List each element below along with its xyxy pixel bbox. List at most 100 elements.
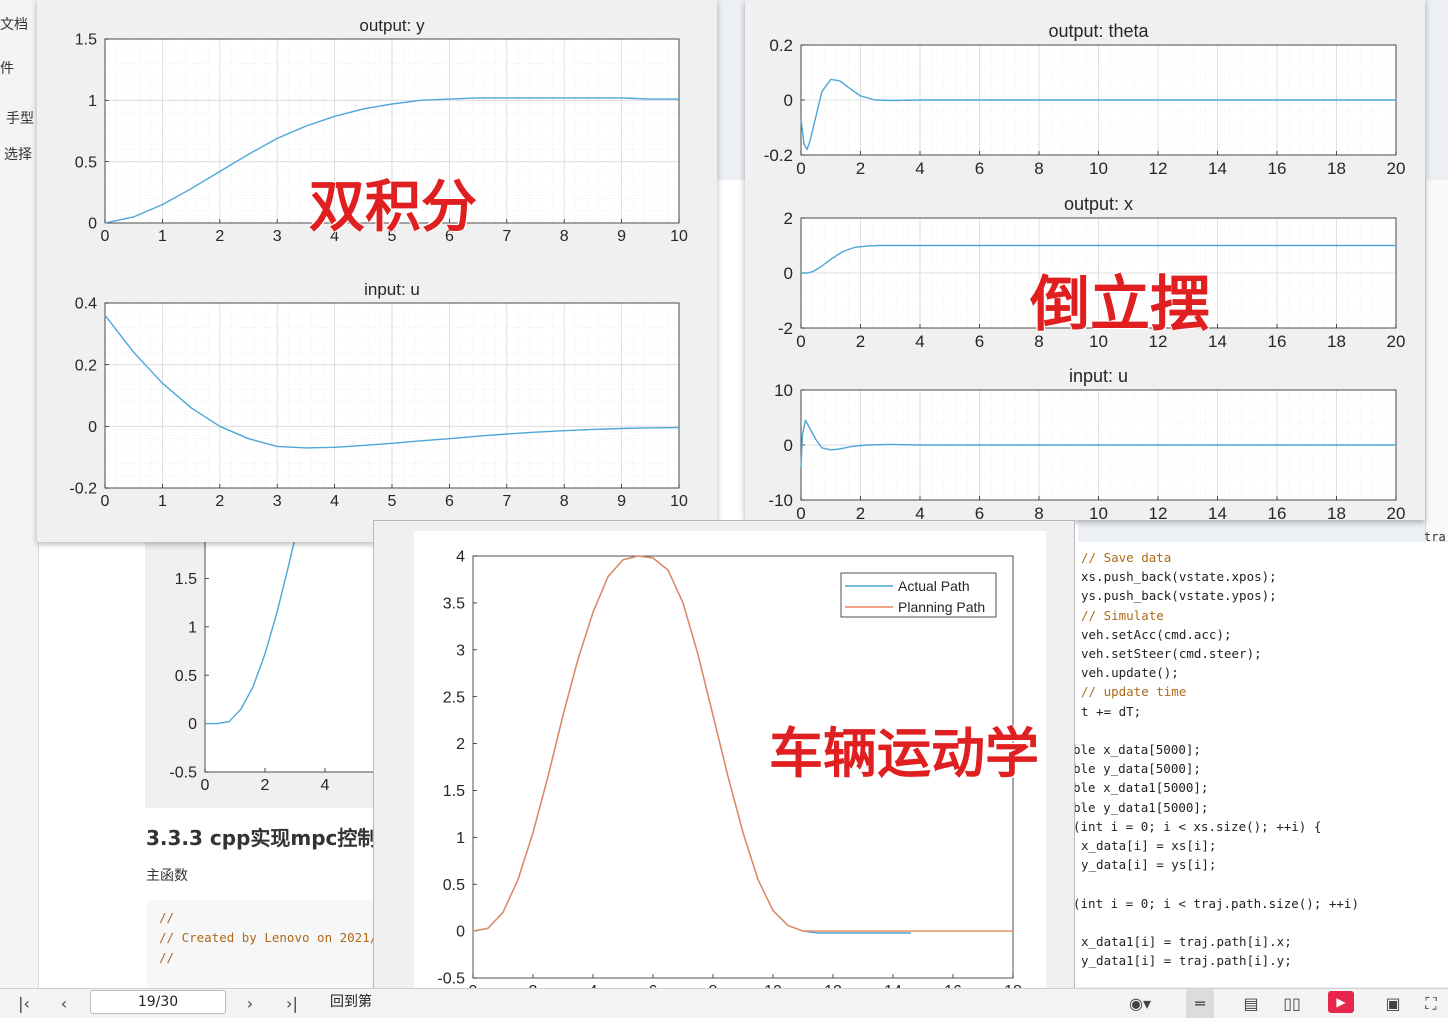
two-page-icon[interactable]: ▯▯ [1278, 989, 1306, 1018]
x-tick-label: 18 [1327, 504, 1346, 523]
y-tick-label: 0 [456, 924, 465, 941]
x-tick-label: 5 [388, 493, 397, 510]
x-tick-label: 14 [1208, 504, 1227, 523]
first-page-icon[interactable]: |‹ [12, 989, 36, 1018]
menu-item-file[interactable]: 件 [0, 58, 14, 78]
y-tick-label: 2 [784, 209, 793, 228]
x-tick-label: 1 [158, 493, 167, 510]
x-tick-label: 0 [101, 493, 110, 510]
y-tick-label: 10 [774, 381, 793, 400]
x-tick-label: 18 [1327, 159, 1346, 178]
fullscreen-icon[interactable]: ⛶ [1418, 989, 1444, 1018]
x-tick-label: 2 [856, 332, 865, 351]
code-edge-text: tra [1424, 530, 1446, 544]
y-tick-label: 0.5 [75, 154, 97, 171]
code-line: // Save data [1081, 550, 1172, 565]
figure-page-chart: 0 2 4 -0.5 0 0.5 1 1.5 [145, 525, 386, 808]
y-tick-label: 0 [784, 264, 793, 283]
right-side-strip [1425, 180, 1448, 540]
y-tick-label: 1 [88, 93, 97, 110]
code-line: // [159, 910, 175, 925]
legend-label: Planning Path [898, 599, 985, 615]
y-tick-label: 1.5 [443, 783, 465, 800]
code-line: ys.push_back(vstate.ypos); [1081, 588, 1277, 604]
watermark-inverted-pendulum: 倒立摆 [1030, 270, 1210, 340]
y-tick-label: 0.2 [769, 36, 793, 55]
code-line: veh.update(); [1081, 665, 1179, 681]
x-tick-label: 8 [1034, 159, 1043, 178]
y-tick-label: -2 [778, 319, 793, 338]
x-tick-label: 16 [1268, 159, 1287, 178]
x-tick-label: 10 [1089, 504, 1108, 523]
page-number-input[interactable]: 19/30 [90, 990, 226, 1014]
section-heading: 3.3.3 cpp实现mpc控制 [146, 826, 378, 850]
figure-vehicle-kinematics: 024681012141618-0.500.511.522.533.54Actu… [373, 520, 1075, 1018]
watermark-vehicle-kinematics: 车辆运动学 [769, 722, 1039, 785]
chart-title: output: y [359, 16, 425, 35]
y-tick-label: 2 [456, 736, 465, 753]
y-tick-label: -0.5 [437, 971, 465, 988]
y-tick-label: 0 [88, 216, 97, 233]
code-line: // Created by Lenovo on 2021/ [159, 930, 378, 945]
chart-title: output: x [1064, 194, 1133, 214]
play-presentation-icon[interactable]: ▶ [1328, 991, 1354, 1013]
x-tick-label: 9 [617, 228, 626, 245]
code-line: x_data1[i] = traj.path[i].x; [1081, 934, 1292, 949]
section-subtext: 主函数 [146, 868, 188, 884]
y-tick-label: -0.2 [764, 146, 793, 165]
code-line: (int i = 0; i < traj.path.size(); ++i) [1073, 895, 1359, 911]
code-line: xs.push_back(vstate.xpos); [1081, 569, 1277, 585]
code-line: ble y_data1[5000]; [1073, 799, 1209, 815]
x-tick-label: 4 [321, 777, 330, 794]
y-tick-label: -10 [768, 491, 793, 510]
code-line: (int i = 0; i < xs.size(); ++i) { [1073, 818, 1322, 834]
legend-label: Actual Path [898, 578, 970, 594]
y-tick-label: 0 [188, 716, 197, 733]
x-tick-label: 7 [502, 493, 511, 510]
single-page-icon[interactable]: ▤ [1238, 989, 1264, 1018]
code-line: ble x_data[5000]; [1073, 742, 1201, 757]
continuous-scroll-icon[interactable]: ═ [1186, 989, 1214, 1018]
prev-page-icon[interactable]: ‹ [52, 989, 76, 1018]
y-tick-label: 1 [188, 619, 197, 636]
x-tick-label: 10 [670, 228, 688, 245]
code-line: veh.setSteer(cmd.steer); [1081, 646, 1262, 661]
plot-area [205, 530, 385, 772]
x-tick-label: 3 [273, 228, 282, 245]
x-tick-label: 14 [1208, 159, 1227, 178]
fit-width-icon[interactable]: ▣ [1380, 989, 1406, 1018]
y-tick-label: 0.5 [443, 877, 465, 894]
x-tick-label: 1 [158, 228, 167, 245]
y-tick-label: -0.5 [169, 765, 197, 782]
x-tick-label: 8 [560, 228, 569, 245]
y-tick-label: 0 [784, 436, 793, 455]
back-to-page-button[interactable]: 回到第 [330, 988, 372, 1017]
x-tick-label: 18 [1327, 332, 1346, 351]
code-line: ble y_data[5000]; [1073, 761, 1201, 777]
eye-icon[interactable]: ◉▾ [1120, 989, 1160, 1018]
x-tick-label: 2 [261, 777, 270, 794]
x-tick-label: 4 [330, 493, 339, 510]
x-tick-label: 2 [215, 228, 224, 245]
y-tick-label: 1 [456, 830, 465, 847]
menu-item-document[interactable]: 文档 [0, 14, 28, 34]
code-line: // Simulate [1081, 607, 1164, 623]
chart-title: input: u [364, 280, 420, 299]
code-line: // [159, 950, 175, 965]
code-line: y_data[i] = ys[i]; [1081, 857, 1217, 873]
y-tick-label: 1.5 [75, 32, 97, 49]
menu-item-hand-tool[interactable]: 手型 [6, 108, 34, 128]
x-tick-label: 3 [273, 493, 282, 510]
x-tick-label: 20 [1387, 332, 1406, 351]
x-tick-label: 16 [1268, 504, 1287, 523]
y-tick-label: 0.5 [175, 668, 197, 685]
chart-title: output: theta [1048, 21, 1149, 41]
last-page-icon[interactable]: ›| [280, 989, 304, 1018]
menu-item-select-tool[interactable]: 选择 [4, 144, 32, 164]
x-tick-label: 6 [975, 332, 984, 351]
x-tick-label: 9 [617, 493, 626, 510]
y-tick-label: 2.5 [443, 689, 465, 706]
next-page-icon[interactable]: › [238, 989, 262, 1018]
x-tick-label: 0 [796, 159, 805, 178]
x-tick-label: 2 [215, 493, 224, 510]
